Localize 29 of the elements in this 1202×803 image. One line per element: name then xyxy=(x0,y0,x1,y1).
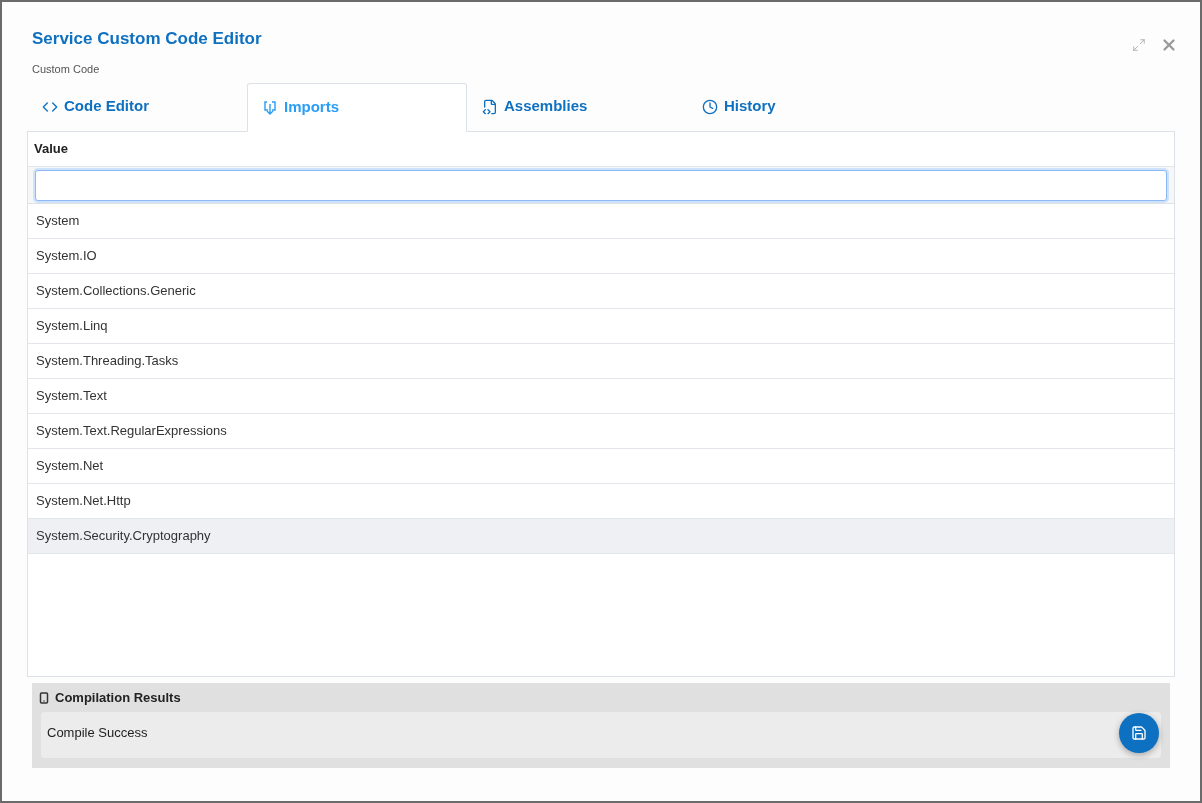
file-code-icon xyxy=(482,98,498,115)
table-cell-text: System.Linq xyxy=(36,317,108,336)
table-cell-text: System.Threading.Tasks xyxy=(36,352,179,371)
table-cell-text: System.Net xyxy=(36,457,104,476)
save-icon xyxy=(1131,725,1147,741)
table-cell-text: System.Text.RegularExpressions xyxy=(36,422,227,441)
dialog-title: Service Custom Code Editor xyxy=(32,28,262,50)
table-row[interactable]: System.Security.Cryptography xyxy=(28,519,1174,554)
tab[interactable]: Code Editor xyxy=(27,82,247,131)
device-icon xyxy=(38,691,50,704)
maximize-icon xyxy=(1132,38,1146,52)
tab[interactable]: Assemblies xyxy=(467,82,687,131)
tab[interactable]: History xyxy=(687,82,907,131)
clock-icon xyxy=(702,98,718,115)
download-icon xyxy=(262,99,278,116)
close-icon xyxy=(1160,36,1178,54)
close-button[interactable] xyxy=(1160,36,1178,54)
table-cell-text: System.IO xyxy=(36,247,97,266)
table-cell-text: System.Security.Cryptography xyxy=(36,527,211,546)
table-cell-text: System.Net.Http xyxy=(36,492,131,511)
table-cell-text: System.Collections.Generic xyxy=(36,282,196,301)
column-header: Value xyxy=(34,140,68,159)
dialog-subtitle: Custom Code xyxy=(32,61,101,77)
table-cell-text: System.Text xyxy=(36,387,107,406)
compilation-message: Compile Success xyxy=(47,725,148,740)
table-cell-text: System xyxy=(36,212,80,231)
filter-field[interactable] xyxy=(35,169,1167,201)
maximize-button[interactable] xyxy=(1132,38,1146,52)
compilation-title: Compilation Results xyxy=(55,688,181,707)
